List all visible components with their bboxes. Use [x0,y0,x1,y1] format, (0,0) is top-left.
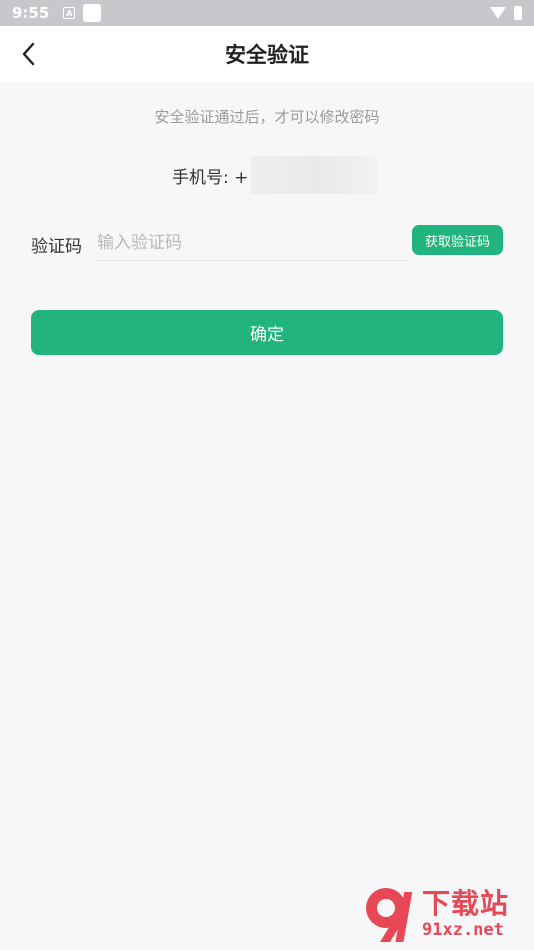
code-label: 验证码 [31,237,82,257]
get-code-button[interactable]: 获取验证码 [412,225,503,255]
phone-row: 手机号: + [172,156,379,194]
watermark-title: 下载站 [422,887,510,920]
status-indicators [490,6,522,20]
verification-code-row: 验证码 获取验证码 [31,224,503,262]
verification-code-input[interactable] [97,228,407,258]
notification-a-icon: A [63,7,76,19]
wifi-icon [490,7,506,19]
watermark: 下载站 91xz.net [360,878,530,948]
notification-app-icon [83,4,102,22]
status-bar: 9:55 A [0,0,534,26]
back-button[interactable] [14,38,44,70]
app-header: 安全验证 [0,26,534,82]
confirm-button[interactable]: 确定 [31,310,503,355]
phone-number-masked [250,156,379,194]
watermark-url: 91xz.net [422,920,504,940]
battery-icon [514,6,522,20]
watermark-logo-icon [366,888,413,942]
page-title: 安全验证 [225,43,309,67]
verification-hint: 安全验证通过后，才可以修改密码 [154,108,380,126]
status-time: 9:55 [12,4,50,22]
phone-label: 手机号: + [172,167,249,188]
input-underline [97,260,410,261]
chevron-left-icon [22,42,35,66]
